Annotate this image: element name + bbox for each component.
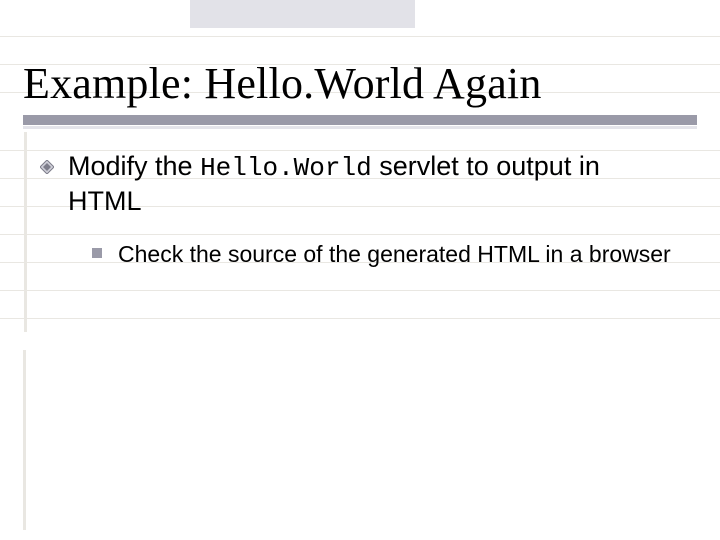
slide-title: Example: Hello.World Again — [23, 58, 697, 109]
margin-rule — [23, 350, 26, 530]
title-underline — [23, 115, 697, 129]
bullet-level-2: Check the source of the generated HTML i… — [92, 240, 680, 269]
title-area: Example: Hello.World Again — [23, 58, 697, 129]
bullet-text-code: Hello.World — [200, 153, 372, 183]
diamond-bullet-icon — [40, 160, 54, 174]
square-bullet-icon — [92, 248, 102, 258]
bullet-text: Check the source of the generated HTML i… — [118, 241, 671, 267]
margin-rule — [24, 132, 27, 332]
slide-body: Modify the Hello.World servlet to output… — [40, 150, 680, 270]
header-shade — [190, 0, 415, 28]
slide: Example: Hello.World Again Modify the He… — [0, 0, 720, 540]
bullet-level-1: Modify the Hello.World servlet to output… — [40, 150, 680, 218]
bullet-text-pre: Modify the — [68, 151, 200, 181]
